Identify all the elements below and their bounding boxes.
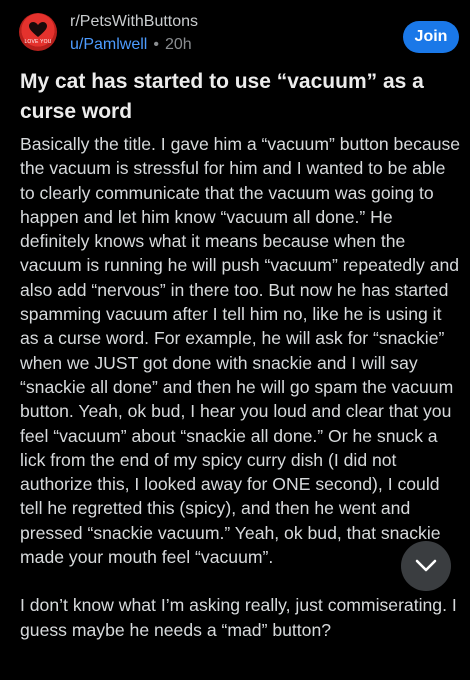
post-meta: u/Pamlwell • 20h <box>70 36 192 54</box>
meta-separator: • <box>153 36 159 53</box>
join-button[interactable]: Join <box>403 21 459 53</box>
post-age: 20h <box>164 36 192 53</box>
post-title: My cat has started to use “vacuum” as a … <box>20 70 424 123</box>
subreddit-avatar[interactable]: LOVE YOU <box>19 13 57 51</box>
subreddit-name[interactable]: r/PetsWithButtons <box>70 13 198 31</box>
post-header: LOVE YOU r/PetsWithButtons u/Pamlwell • 20… <box>0 0 470 60</box>
heart-icon <box>29 22 47 37</box>
post-paragraph: Basically the title. I gave him a “vacuu… <box>20 134 461 568</box>
post-paragraph: I don’t know what I’m asking really, jus… <box>20 595 457 640</box>
scroll-down-button[interactable] <box>401 541 451 591</box>
post-body: Basically the title. I gave him a “vacuu… <box>20 132 462 666</box>
author-link[interactable]: u/Pamlwell <box>70 36 147 53</box>
chevron-down-icon <box>415 559 437 572</box>
avatar-text: LOVE YOU <box>24 39 52 45</box>
